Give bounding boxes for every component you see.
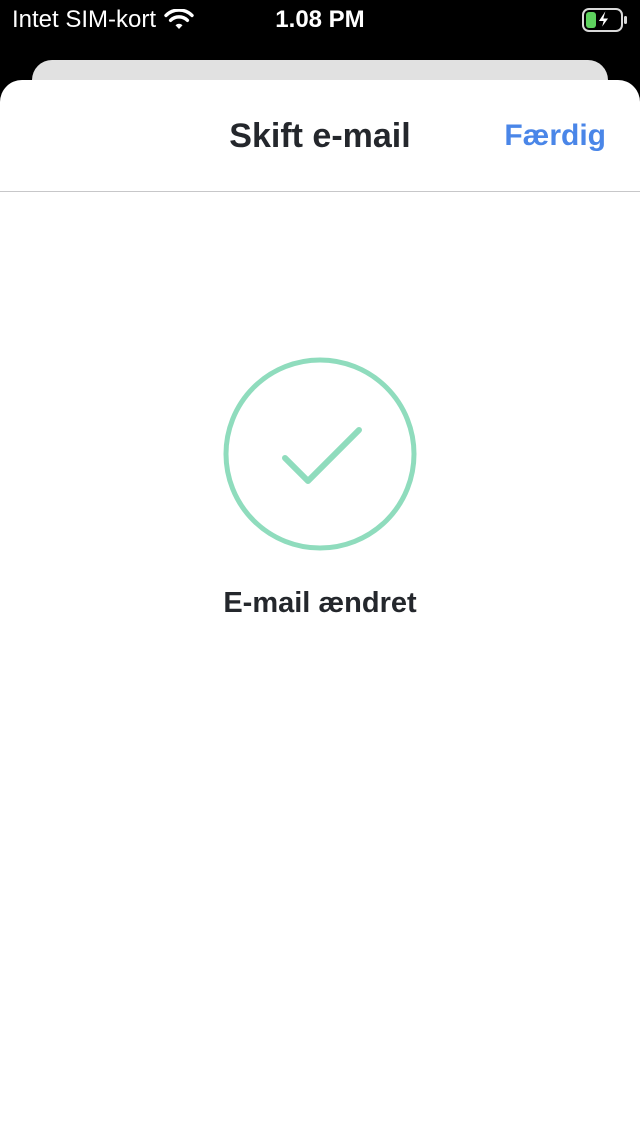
success-message: E-mail ændret [223, 587, 417, 619]
status-time: 1.08 PM [275, 6, 365, 33]
status-bar: Intet SIM-kort 1.08 PM [0, 0, 640, 40]
done-button[interactable]: Færdig [504, 116, 606, 156]
nav-bar: Skift e-mail Færdig [0, 80, 640, 192]
battery-charging-icon [582, 8, 627, 32]
checkmark-circle-icon [223, 357, 417, 551]
screen: Intet SIM-kort 1.08 PM Skift e-mail Færd… [0, 0, 640, 1136]
modal-sheet: Skift e-mail Færdig E-mail ændret [0, 80, 640, 1136]
